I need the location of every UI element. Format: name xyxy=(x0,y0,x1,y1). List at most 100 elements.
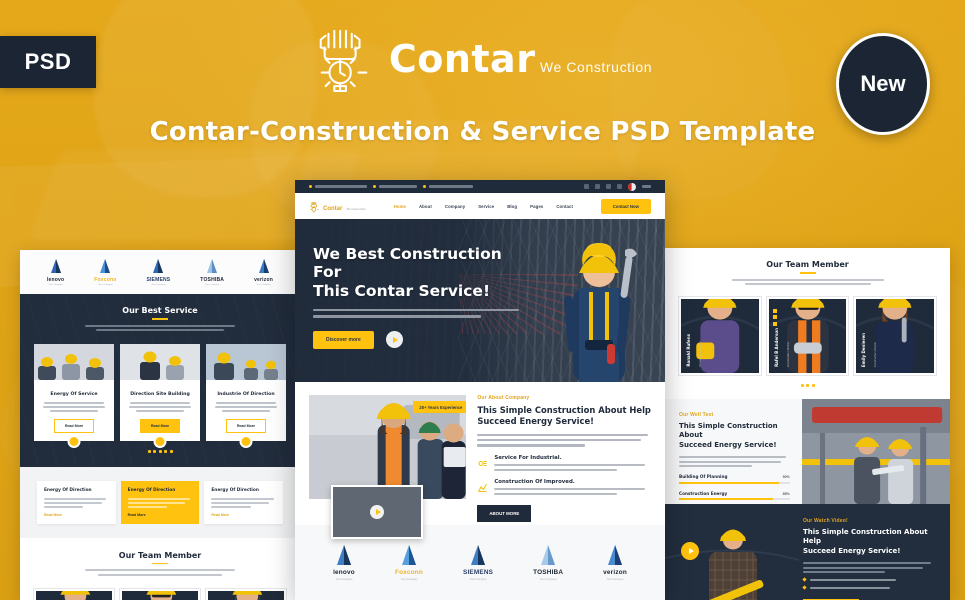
language-flag-icon[interactable] xyxy=(628,182,636,191)
read-more-button[interactable]: Read More xyxy=(226,419,266,434)
client-name: TOSHIBA xyxy=(200,276,225,283)
client-logo: verizon Your Company xyxy=(254,258,273,286)
feature-item: Service For Industrial. xyxy=(477,455,651,471)
team-card[interactable] xyxy=(205,587,287,600)
read-more-button[interactable]: Read More xyxy=(140,419,180,434)
team-member-name: Emily Denieren xyxy=(861,332,867,367)
play-button-icon[interactable] xyxy=(681,541,699,560)
title-underline xyxy=(152,318,168,320)
play-button-icon[interactable] xyxy=(385,331,403,349)
verizon-icon xyxy=(603,544,627,566)
section-subtext xyxy=(20,569,300,577)
nav-item-blog[interactable]: Blog xyxy=(507,204,517,209)
client-sub: Your Company xyxy=(539,577,557,581)
nav-item-home[interactable]: Home xyxy=(394,204,406,209)
team-member-role: Construction Worker xyxy=(873,341,878,367)
facebook-icon[interactable] xyxy=(584,184,589,189)
discover-more-button[interactable]: Discover more xyxy=(313,330,374,349)
team-card[interactable] xyxy=(119,587,201,600)
section-title: This Simple Construction About Help Succ… xyxy=(803,528,936,556)
mock-brand-tagline: We Construction xyxy=(346,208,366,211)
team-member-info: Emily Denieren Construction Worker xyxy=(861,333,884,367)
service-card[interactable]: Industrie Of Direction Read More xyxy=(206,343,286,449)
service-image xyxy=(206,343,286,380)
siemens-icon xyxy=(463,544,493,566)
why-card-title: Energy Of Direction xyxy=(44,488,92,494)
instagram-icon[interactable] xyxy=(606,184,611,189)
why-card-title: Energy Of Direction xyxy=(127,488,176,494)
service-card[interactable]: Energy Of Service Read More xyxy=(34,343,114,449)
about-video-thumb[interactable] xyxy=(331,485,423,539)
service-card[interactable]: Direction Site Building Read More xyxy=(120,343,200,449)
title-underline xyxy=(799,272,816,274)
title-line-2: Succeed Energy Service! xyxy=(679,440,777,449)
psd-badge: PSD xyxy=(0,36,96,88)
service-badge-icon xyxy=(153,435,167,449)
why-card[interactable]: Energy Of Direction Read More xyxy=(37,481,116,524)
why-card-active[interactable]: Energy Of Direction Read More xyxy=(120,481,200,524)
section-heading: Our Team Member xyxy=(20,551,300,577)
team-member-name: Rafel B Anderson xyxy=(773,327,779,367)
hero-worker-photo xyxy=(545,232,649,382)
read-more-button[interactable]: Read More xyxy=(54,419,94,434)
twitter-icon[interactable] xyxy=(595,184,600,189)
client-name: Foxconn xyxy=(394,569,423,577)
progress-value: 85% xyxy=(782,491,790,496)
team-card[interactable] xyxy=(33,587,115,600)
social-icons[interactable] xyxy=(772,308,777,326)
section-subtext xyxy=(665,278,950,286)
play-button-icon[interactable] xyxy=(370,505,384,519)
preview-panel-right: Our Team Member Ronald Rufens Constructi… xyxy=(665,248,950,600)
client-logo: SIEMENS Your Company xyxy=(146,258,170,287)
watch-video-section: Our Watch Video! This Simple Constructio… xyxy=(665,503,950,600)
siemens-icon xyxy=(146,258,170,274)
topbar-address xyxy=(309,185,367,188)
nav-item-pages[interactable]: Pages xyxy=(530,204,543,209)
service-card-title: Energy Of Service xyxy=(50,391,98,397)
experience-badge: 20+ Years Experience xyxy=(413,401,467,413)
client-name: verizon xyxy=(603,569,627,577)
language-label[interactable] xyxy=(642,185,651,188)
client-sub: Your Company xyxy=(48,284,63,287)
nav-item-company[interactable]: Company xyxy=(445,204,465,209)
read-more-link[interactable]: Read More xyxy=(128,513,194,517)
verizon-icon xyxy=(254,258,273,274)
title-line-1: This Simple Construction About Help xyxy=(802,527,928,546)
team-card[interactable]: Rafel B Anderson Construction Worker xyxy=(765,295,850,376)
team-member-name: Ronald Rufens xyxy=(686,334,691,367)
client-name: lenovo xyxy=(46,276,65,283)
client-logo: lenovo Your Company xyxy=(46,258,65,287)
nav-item-about[interactable]: About xyxy=(419,204,432,209)
diamond-bullet-icon xyxy=(802,577,807,582)
client-logos-strip: lenovo Your Company Foxconn Your Company… xyxy=(20,250,300,294)
client-logo: SIEMENS Your Company xyxy=(463,544,493,581)
read-more-link[interactable]: Read More xyxy=(44,513,110,517)
team-member-info: Ronald Rufens Construction Worker xyxy=(686,334,709,367)
title-underline xyxy=(152,562,168,565)
section-title: This Simple Construction About Succeed E… xyxy=(679,422,790,450)
mock-brand-logo[interactable]: Contar We Construction xyxy=(309,197,366,215)
nav-item-service[interactable]: Service xyxy=(478,204,494,209)
read-more-link[interactable]: Read More xyxy=(211,513,277,517)
carousel-dots[interactable] xyxy=(20,450,300,454)
lenovo-icon xyxy=(333,544,355,566)
foxconn-icon xyxy=(94,258,116,274)
team-card-list: Ronald Rufens Construction Worker Rafel … xyxy=(665,288,950,376)
mock-nav-items: Home About Company Service Blog Pages Co… xyxy=(366,204,601,209)
team-card[interactable]: Emily Denieren Construction Worker xyxy=(853,295,938,376)
why-card[interactable]: Energy Of Direction Read More xyxy=(204,481,284,524)
feature-item: Construction Of Improved. xyxy=(477,479,651,495)
client-name: Foxconn xyxy=(94,276,117,283)
about-more-button[interactable]: ABOUT MORE xyxy=(477,504,532,522)
mock-navbar: Contar We Construction Home About Compan… xyxy=(295,193,665,219)
hero-paragraph xyxy=(313,308,523,318)
client-sub: Your Company xyxy=(606,577,624,581)
nav-item-contact[interactable]: Contact xyxy=(556,204,573,209)
contact-now-button[interactable]: Contact Now xyxy=(600,198,651,214)
client-sub: Your Company xyxy=(151,284,166,287)
hero-title-line-1: We Best Construction For xyxy=(313,245,502,282)
carousel-dots[interactable] xyxy=(665,383,950,387)
team-card[interactable]: Ronald Rufens Construction Worker xyxy=(678,295,762,376)
linkedin-icon[interactable] xyxy=(617,184,622,189)
section-paragraph xyxy=(679,456,790,468)
